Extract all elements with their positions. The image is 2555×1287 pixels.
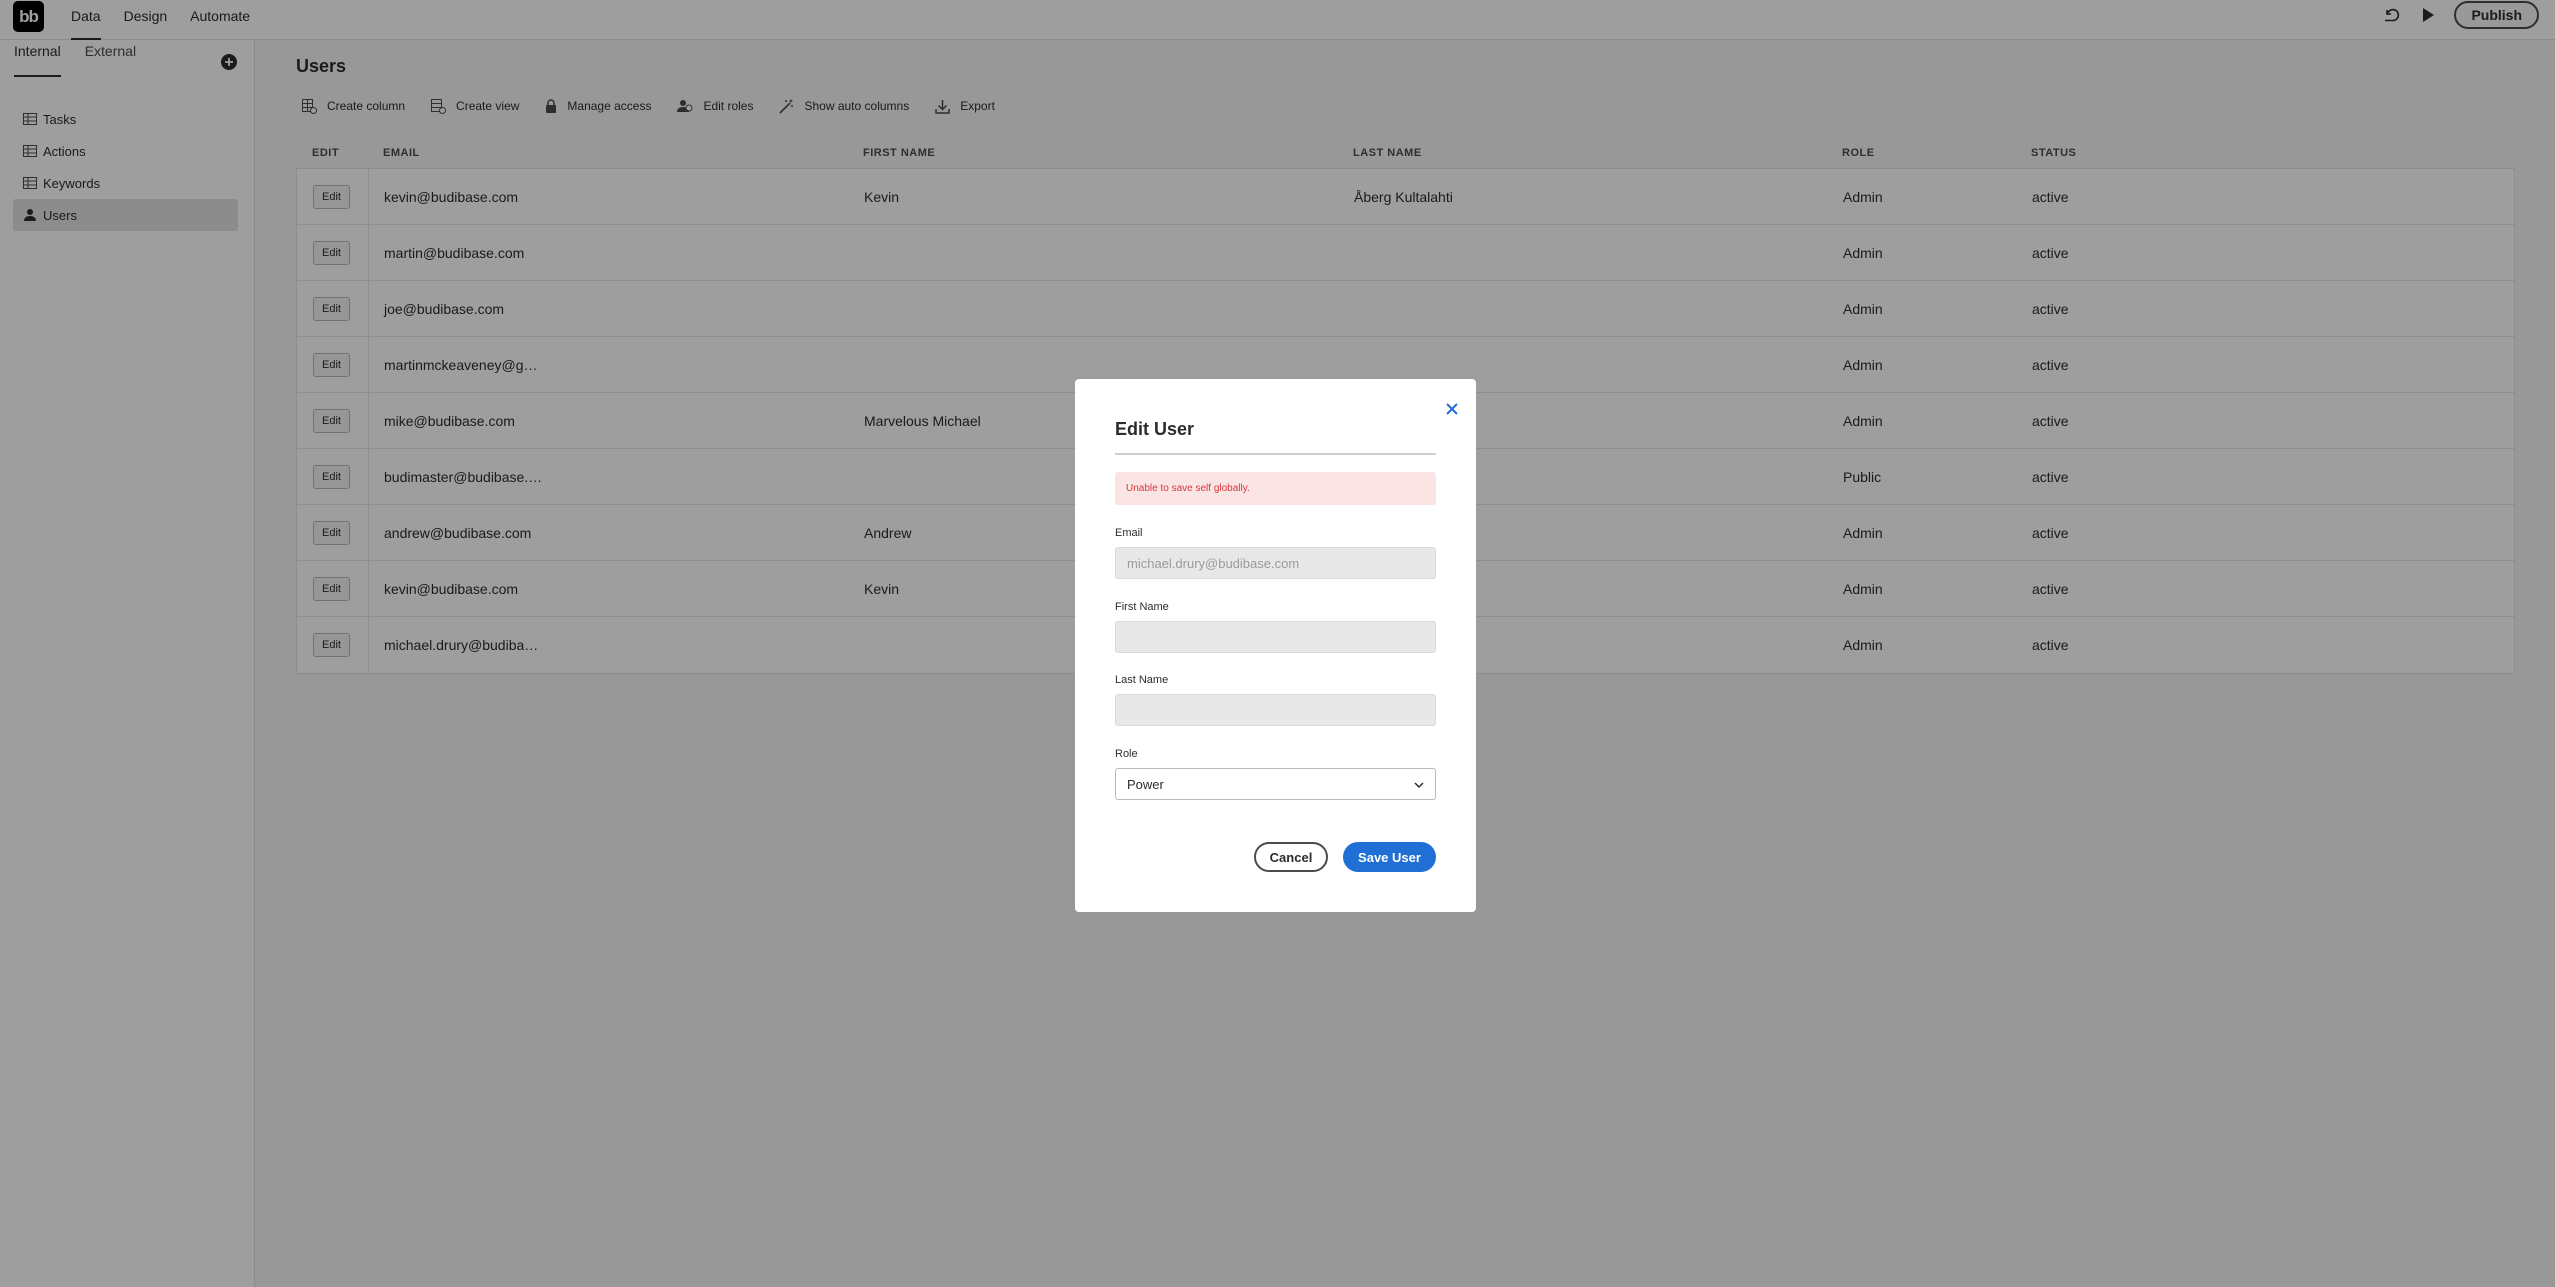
role-label: Role [1115, 748, 1138, 760]
last-name-field[interactable] [1115, 694, 1436, 726]
save-user-button[interactable]: Save User [1343, 842, 1436, 872]
email-label: Email [1115, 527, 1143, 539]
modal-divider [1115, 453, 1436, 455]
cancel-button[interactable]: Cancel [1254, 842, 1328, 872]
close-icon[interactable] [1444, 401, 1460, 417]
role-select-value: Power [1127, 776, 1164, 792]
last-name-label: Last Name [1115, 674, 1169, 686]
role-select[interactable]: Power [1115, 768, 1436, 800]
error-message: Unable to save self globally. [1115, 472, 1436, 505]
first-name-label: First Name [1115, 601, 1169, 613]
edit-user-modal: Edit User Unable to save self globally. … [1075, 379, 1476, 912]
first-name-field[interactable] [1115, 621, 1436, 653]
modal-title: Edit User [1115, 419, 1195, 439]
chevron-down-icon [1414, 782, 1424, 789]
email-field: michael.drury@budibase.com [1115, 547, 1436, 579]
